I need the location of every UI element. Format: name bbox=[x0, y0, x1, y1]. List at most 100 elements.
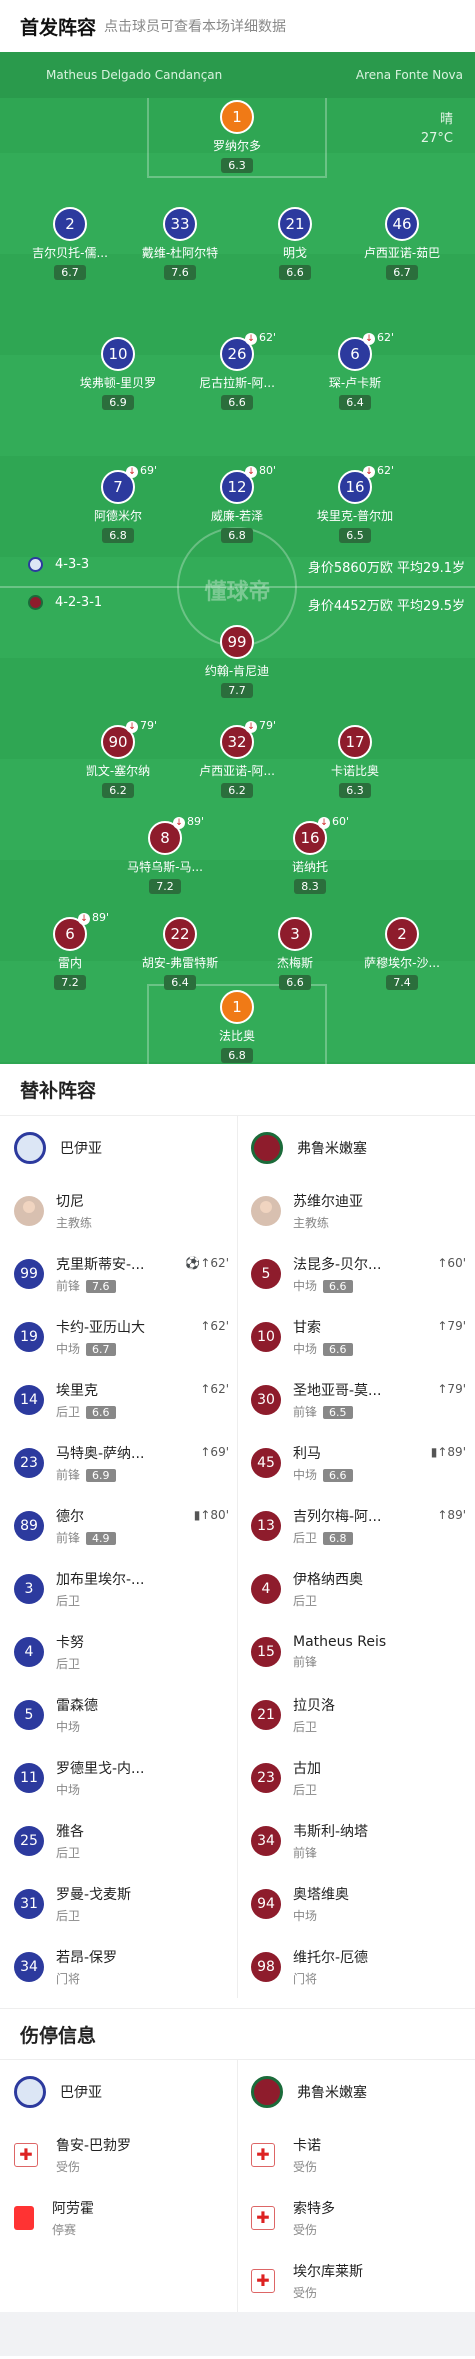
sub-out-icon: ↓ 89' bbox=[78, 911, 109, 925]
sub-player-row[interactable]: 45 利马 中场 6.6 ▮↑89' bbox=[237, 1431, 474, 1494]
player-number: 13 bbox=[251, 1510, 281, 1541]
player-position: 中场 bbox=[293, 1278, 318, 1293]
player-name: 雅各 bbox=[56, 1823, 84, 1840]
home-team-row[interactable]: 巴伊亚 bbox=[0, 2060, 237, 2123]
away-team-name: 弗鲁米嫩塞 bbox=[297, 2084, 367, 2101]
home-player[interactable]: 6 琛-卢卡斯 6.4 ↓ 62' bbox=[295, 331, 415, 410]
avatar bbox=[14, 1195, 44, 1226]
home-team-row[interactable]: 巴伊亚 bbox=[0, 1116, 237, 1179]
player-name: 埃弗顿-里贝罗 bbox=[79, 376, 157, 390]
player-name: 克里斯蒂安-... bbox=[56, 1256, 145, 1273]
away-team-row[interactable]: 弗鲁米嫩塞 bbox=[237, 2060, 474, 2123]
injury-row[interactable]: ✚ 索特多 受伤 bbox=[237, 2186, 474, 2249]
sub-player-row[interactable]: 30 圣地亚哥-莫... 前锋 6.5 ↑79' bbox=[237, 1368, 474, 1431]
away-player[interactable]: 16 诺纳托 8.3 ↓ 60' bbox=[250, 815, 370, 894]
player-score: 6.3 bbox=[339, 783, 371, 798]
sub-player-row[interactable]: 25 雅各 后卫 bbox=[0, 1809, 237, 1872]
player-score: 7.4 bbox=[386, 975, 418, 990]
away-player[interactable]: 3 杰梅斯 6.6 bbox=[235, 917, 355, 990]
sub-player-row[interactable]: 15 Matheus Reis 前锋 bbox=[237, 1620, 474, 1683]
sub-player-row[interactable]: 89 德尔 前锋 4.9 ▮↑80' bbox=[0, 1494, 237, 1557]
home-player[interactable]: 12 威廉-若泽 6.8 ↓ 80' bbox=[177, 464, 297, 543]
player-number: 46 bbox=[385, 207, 419, 241]
player-name: 古加 bbox=[293, 1760, 321, 1777]
player-name: 卢西亚诺-阿... bbox=[199, 764, 275, 778]
player-score: 4.9 bbox=[86, 1531, 116, 1545]
home-player[interactable]: 1 罗纳尔多 6.3 bbox=[177, 100, 297, 173]
sub-player-row[interactable]: 5 法昆多-贝尔... 中场 6.6 ↑60' bbox=[237, 1242, 474, 1305]
avatar bbox=[251, 1195, 281, 1226]
injury-row[interactable]: ✚ 卡诺 受伤 bbox=[237, 2123, 474, 2186]
sub-in-icon: ▮↑89' bbox=[430, 1445, 466, 1459]
away-coach[interactable]: 苏维尔迪亚 主教练 bbox=[237, 1179, 474, 1242]
home-player[interactable]: 16 埃里克-普尔加 6.5 ↓ 62' bbox=[295, 464, 415, 543]
player-position: 中场 bbox=[56, 1719, 81, 1734]
sub-player-row[interactable]: 98 维托尔-厄德 门将 bbox=[237, 1935, 474, 1998]
player-score: 6.8 bbox=[221, 528, 253, 543]
player-score: 6.7 bbox=[86, 1342, 116, 1356]
player-number: 34 bbox=[251, 1825, 281, 1856]
sub-player-row[interactable]: 31 罗曼-戈麦斯 后卫 bbox=[0, 1872, 237, 1935]
injury-row[interactable]: ✚ 埃尔库莱斯 受伤 bbox=[237, 2249, 474, 2312]
sub-player-row[interactable]: 5 雷森德 中场 bbox=[0, 1683, 237, 1746]
player-number: 2 bbox=[53, 207, 87, 241]
home-player[interactable]: 7 阿德米尔 6.8 ↓ 69' bbox=[58, 464, 178, 543]
player-name: 吉列尔梅-阿... bbox=[293, 1508, 382, 1525]
injury-row[interactable]: 阿劳霍 停赛 bbox=[0, 2186, 237, 2249]
page-title: 首发阵容 bbox=[20, 16, 97, 39]
sub-player-row[interactable]: 11 罗德里戈-内... 中场 bbox=[0, 1746, 237, 1809]
home-player[interactable]: 26 尼古拉斯-阿... 6.6 ↓ 62' bbox=[177, 331, 297, 410]
injury-row[interactable]: ✚ 鲁安-巴勃罗 受伤 bbox=[0, 2123, 237, 2186]
home-player[interactable]: 33 戴维-杜阿尔特 7.6 bbox=[120, 207, 240, 280]
sub-player-row[interactable]: 23 古加 后卫 bbox=[237, 1746, 474, 1809]
player-score: 8.3 bbox=[294, 879, 326, 894]
away-player[interactable]: 2 萨穆埃尔-沙... 7.4 bbox=[342, 917, 462, 990]
sub-player-row[interactable]: 10 甘索 中场 6.6 ↑79' bbox=[237, 1305, 474, 1368]
away-player[interactable]: 6 雷内 7.2 ↓ 89' bbox=[10, 911, 130, 990]
venue-bar: Matheus Delgado Candançan Arena Fonte No… bbox=[0, 52, 475, 98]
away-player[interactable]: 8 马特乌斯-马... 7.2 ↓ 89' bbox=[105, 815, 225, 894]
player-number: 4 bbox=[251, 1573, 281, 1604]
home-player[interactable]: 21 明戈 6.6 bbox=[235, 207, 355, 280]
player-number: 3 bbox=[278, 917, 312, 951]
sub-out-icon: ↓ 80' bbox=[245, 464, 276, 478]
player-number: 1 bbox=[220, 100, 254, 134]
sub-player-row[interactable]: 34 若昂-保罗 门将 bbox=[0, 1935, 237, 1998]
away-player[interactable]: 1 法比奥 6.8 bbox=[177, 990, 297, 1063]
medical-cross-icon: ✚ bbox=[251, 2142, 275, 2167]
sub-player-row[interactable]: 4 伊格纳西奥 后卫 bbox=[237, 1557, 474, 1620]
home-player[interactable]: 10 埃弗顿-里贝罗 6.9 bbox=[58, 337, 178, 410]
sub-player-row[interactable]: 3 加布里埃尔-... 后卫 bbox=[0, 1557, 237, 1620]
sub-in-icon: ↑79' bbox=[437, 1319, 466, 1333]
sub-out-icon: ↓ 79' bbox=[126, 719, 157, 733]
home-player[interactable]: 46 卢西亚诺-茹巴 6.7 bbox=[342, 207, 462, 280]
away-player[interactable]: 99 约翰-肯尼迪 7.7 bbox=[177, 625, 297, 698]
away-player[interactable]: 17 卡诺比奥 6.3 bbox=[295, 725, 415, 798]
away-player[interactable]: 22 胡安-弗雷特斯 6.4 bbox=[120, 917, 240, 990]
sub-player-row[interactable]: 14 埃里克 后卫 6.6 ↑62' bbox=[0, 1368, 237, 1431]
sub-player-row[interactable]: 13 吉列尔梅-阿... 后卫 6.8 ↑89' bbox=[237, 1494, 474, 1557]
sub-player-row[interactable]: 4 卡努 后卫 bbox=[0, 1620, 237, 1683]
home-coach[interactable]: 切尼 主教练 bbox=[0, 1179, 237, 1242]
sub-out-icon: ↓ 89' bbox=[173, 815, 204, 829]
sub-player-row[interactable]: 34 韦斯利-纳塔 前锋 bbox=[237, 1809, 474, 1872]
sub-in-icon: ↑79' bbox=[437, 1382, 466, 1396]
player-score: 6.7 bbox=[386, 265, 418, 280]
home-player[interactable]: 2 吉尔贝托-儒... 6.7 bbox=[10, 207, 130, 280]
sub-player-row[interactable]: 94 奥塔维奥 中场 bbox=[237, 1872, 474, 1935]
player-position: 中场 bbox=[293, 1908, 318, 1923]
sub-player-row[interactable]: 21 拉贝洛 后卫 bbox=[237, 1683, 474, 1746]
player-name: 马特乌斯-马... bbox=[127, 860, 203, 874]
sub-player-row[interactable]: 99 克里斯蒂安-... 前锋 7.6 ⚽↑62' bbox=[0, 1242, 237, 1305]
player-position: 后卫 bbox=[56, 1593, 81, 1608]
away-player[interactable]: 32 卢西亚诺-阿... 6.2 ↓ 79' bbox=[177, 719, 297, 798]
player-name: 伊格纳西奥 bbox=[293, 1571, 363, 1588]
sub-player-row[interactable]: 19 卡约-亚历山大 中场 6.7 ↑62' bbox=[0, 1305, 237, 1368]
sub-player-row[interactable]: 23 马特奥-萨纳... 前锋 6.9 ↑69' bbox=[0, 1431, 237, 1494]
player-number: 3 bbox=[14, 1573, 44, 1604]
player-position: 后卫 bbox=[293, 1782, 318, 1797]
player-number: 99 bbox=[220, 625, 254, 659]
away-team-row[interactable]: 弗鲁米嫩塞 bbox=[237, 1116, 474, 1179]
away-player[interactable]: 90 凯文-塞尔纳 6.2 ↓ 79' bbox=[58, 719, 178, 798]
player-position: 前锋 bbox=[293, 1654, 318, 1669]
